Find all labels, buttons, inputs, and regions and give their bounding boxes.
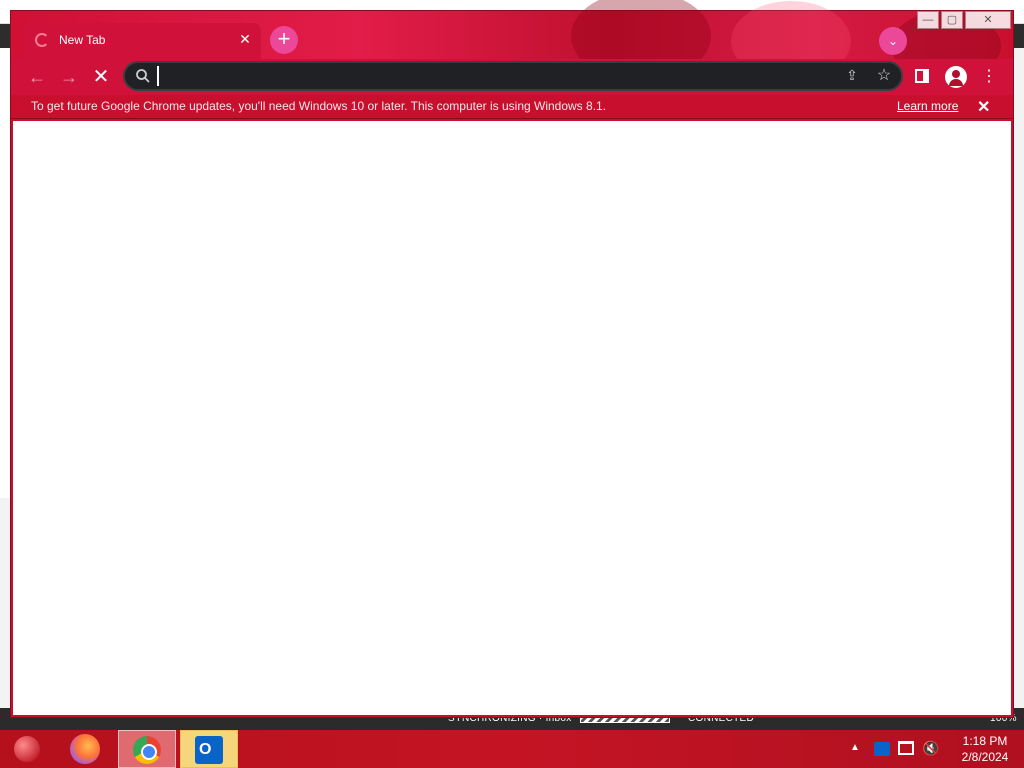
maximize-button[interactable]: ▢ bbox=[941, 11, 963, 29]
clock-date: 2/8/2024 bbox=[961, 750, 1009, 764]
taskbar-firefox[interactable] bbox=[60, 730, 118, 768]
side-panel-icon[interactable] bbox=[915, 69, 929, 83]
bookmark-star-icon[interactable]: ☆ bbox=[875, 65, 893, 84]
update-infobar: To get future Google Chrome updates, you… bbox=[11, 95, 1013, 119]
infobar-message: To get future Google Chrome updates, you… bbox=[31, 99, 607, 113]
stop-loading-button[interactable]: ✕ bbox=[87, 63, 115, 91]
infobar-close-button[interactable]: ✕ bbox=[977, 97, 990, 117]
clock-time: 1:18 PM bbox=[962, 734, 1008, 748]
chrome-menu-button[interactable]: ⋮ bbox=[979, 63, 999, 91]
page-content bbox=[13, 121, 1011, 715]
loading-spinner-icon bbox=[35, 33, 49, 47]
volume-muted-icon[interactable]: 🔇 bbox=[922, 740, 939, 768]
start-orb-icon bbox=[14, 736, 40, 762]
tab-close-button[interactable]: ✕ bbox=[235, 29, 255, 49]
start-button[interactable] bbox=[4, 730, 48, 768]
tab-new-tab[interactable]: New Tab ✕ bbox=[23, 23, 261, 59]
system-clock[interactable]: 1:18 PM 2/8/2024 bbox=[950, 733, 1020, 765]
back-button[interactable]: ← bbox=[23, 63, 51, 91]
taskbar: O ▲ 🔇 1:18 PM 2/8/2024 bbox=[0, 730, 1024, 768]
learn-more-link[interactable]: Learn more bbox=[897, 99, 958, 113]
chrome-window: New Tab ✕ + ⌄ — ▢ ✕ ← → ✕ ⇪ ☆ ⋮ To get f… bbox=[10, 0, 1014, 718]
address-bar[interactable]: ⇪ ☆ bbox=[123, 61, 903, 91]
outlook-icon: O bbox=[195, 736, 223, 764]
forward-button[interactable]: → bbox=[55, 63, 83, 91]
tray-outlook-icon[interactable] bbox=[874, 742, 890, 756]
minimize-button[interactable]: — bbox=[917, 11, 939, 29]
show-hidden-icons-button[interactable]: ▲ bbox=[850, 742, 860, 768]
taskbar-outlook[interactable]: O bbox=[180, 730, 238, 768]
network-icon[interactable] bbox=[898, 741, 914, 755]
share-icon[interactable]: ⇪ bbox=[843, 67, 861, 85]
firefox-icon bbox=[70, 734, 100, 764]
tab-search-button[interactable]: ⌄ bbox=[879, 27, 907, 55]
tab-title: New Tab bbox=[59, 33, 106, 47]
address-input[interactable] bbox=[157, 66, 837, 86]
close-window-button[interactable]: ✕ bbox=[965, 11, 1011, 29]
taskbar-chrome[interactable] bbox=[118, 730, 176, 768]
new-tab-button[interactable]: + bbox=[270, 26, 298, 54]
profile-avatar-icon[interactable] bbox=[945, 66, 967, 88]
tab-strip: New Tab ✕ + ⌄ — ▢ ✕ bbox=[11, 0, 1013, 81]
search-icon bbox=[136, 69, 150, 83]
browser-toolbar: ← → ✕ ⇪ ☆ ⋮ bbox=[11, 59, 1013, 95]
chrome-icon bbox=[133, 736, 161, 764]
